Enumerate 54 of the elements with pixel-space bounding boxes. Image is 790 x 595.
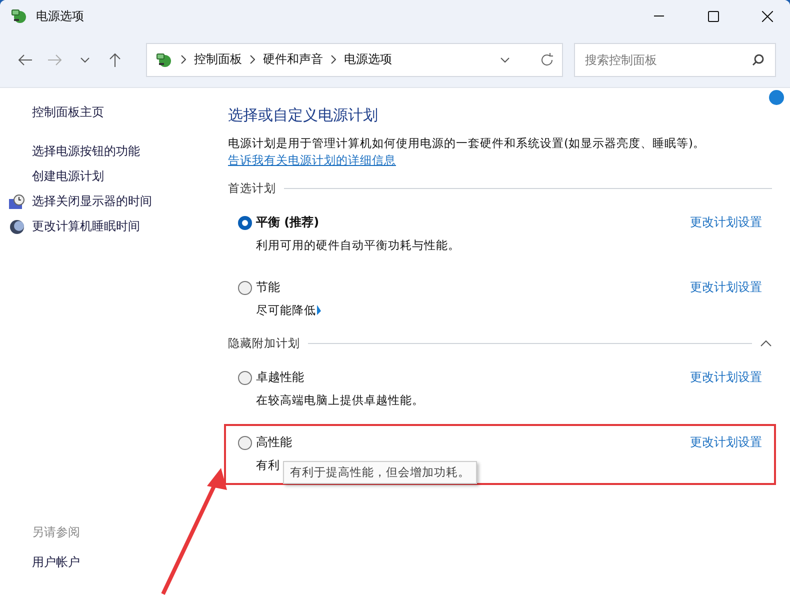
forward-arrow-icon <box>48 54 62 66</box>
group-heading: 首选计划 <box>228 181 276 196</box>
moon-icon <box>8 218 26 234</box>
breadcrumb[interactable]: 控制面板 <box>194 51 242 68</box>
power-plug-icon <box>10 7 28 25</box>
radio-button[interactable] <box>238 216 252 230</box>
change-settings-link[interactable]: 更改计划设置 <box>690 434 762 451</box>
clock-monitor-icon <box>8 194 26 210</box>
dropdown-icon[interactable] <box>500 56 510 62</box>
chevron-right-icon <box>250 55 255 64</box>
change-settings-link[interactable]: 更改计划设置 <box>690 214 762 231</box>
intro-text: 电源计划是用于管理计算机如何使用电源的一套硬件和系统设置(如显示器亮度、睡眠等)。 告诉我有关电源计划的详细信息 <box>228 135 706 169</box>
chevron-right-icon <box>331 55 336 64</box>
sidebar-link[interactable]: 创建电源计划 <box>8 164 220 189</box>
plan-description: 利用可用的硬件自动平衡功耗与性能。 <box>256 238 460 252</box>
window-title: 电源选项 <box>36 8 85 24</box>
page-heading: 选择或自定义电源计划 <box>228 106 379 125</box>
back-arrow-icon <box>18 54 32 66</box>
sidebar-link[interactable]: 控制面板主页 <box>8 100 220 125</box>
minimize-icon <box>654 15 664 17</box>
change-settings-link[interactable]: 更改计划设置 <box>690 369 762 386</box>
search-field[interactable]: 搜索控制面板 <box>574 42 776 76</box>
tooltip: 有利于提高性能，但会增加功耗。 <box>283 461 477 484</box>
radio-button[interactable] <box>238 280 252 294</box>
plan-name: 平衡 (推荐) <box>256 214 320 231</box>
see-also-heading: 另请参阅 <box>31 524 81 541</box>
help-icon[interactable] <box>769 90 784 105</box>
sidebar-link[interactable]: 选择关闭显示器的时间 <box>8 189 220 214</box>
plan-description: 有利 <box>256 458 280 472</box>
plan-description: 在较高端电脑上提供卓越性能。 <box>256 392 424 408</box>
collapse-chevron-icon[interactable] <box>760 340 772 347</box>
close-icon <box>762 10 772 22</box>
breadcrumb[interactable]: 电源选项 <box>344 51 392 68</box>
chevron-down-icon <box>80 56 90 62</box>
sidebar-link[interactable]: 用户帐户 <box>8 550 220 575</box>
radio-button[interactable] <box>238 370 252 384</box>
plan-description: 尽可能降低 <box>256 302 316 318</box>
sidebar-link[interactable]: 更改计算机睡眠时间 <box>8 214 220 239</box>
power-plug-icon <box>155 50 173 68</box>
chevron-right-icon <box>181 55 186 64</box>
maximize-icon <box>708 10 718 22</box>
plan-name: 高性能 <box>256 434 293 451</box>
group-heading: 隐藏附加计划 <box>228 336 300 351</box>
details-link[interactable]: 告诉我有关电源计划的详细信息 <box>228 153 396 167</box>
change-settings-link[interactable]: 更改计划设置 <box>690 279 762 296</box>
plan-name: 卓越性能 <box>256 369 305 386</box>
refresh-icon[interactable] <box>540 52 554 66</box>
breadcrumb[interactable]: 硬件和声音 <box>263 51 323 68</box>
radio-button[interactable] <box>238 436 252 450</box>
plan-name: 节能 <box>256 279 281 296</box>
sidebar-link[interactable]: 选择电源按钮的功能 <box>8 139 220 164</box>
search-icon[interactable] <box>752 54 764 66</box>
up-arrow-icon <box>109 52 121 66</box>
address-bar[interactable]: 控制面板 硬件和声音 电源选项 <box>146 42 563 76</box>
